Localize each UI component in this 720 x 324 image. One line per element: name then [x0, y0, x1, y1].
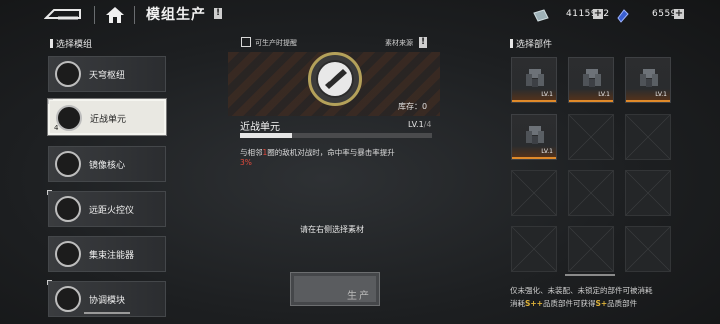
part-slot[interactable]: LV.1 — [625, 57, 671, 103]
empty-part-slot — [568, 226, 614, 272]
produce-button[interactable]: 生产 — [290, 272, 380, 306]
part-slot[interactable]: LV.1 — [511, 57, 557, 103]
empty-part-slot — [568, 170, 614, 216]
module-description: 与相邻1圈的敌机对战时，命中率与暴击率提升 3% — [240, 148, 395, 167]
module-item-tianqiong[interactable]: 天穹枢纽 — [48, 56, 166, 92]
module-label: 天穹枢纽 — [89, 71, 126, 81]
quality-bar — [626, 100, 670, 102]
stock-label: 库存： — [398, 102, 422, 111]
empty-part-slot — [625, 114, 671, 160]
material-source-link[interactable]: 素材来源 — [385, 38, 413, 48]
home-icon — [106, 7, 124, 23]
add-crystal-button[interactable]: + — [674, 9, 684, 19]
module-emblem-icon — [55, 241, 81, 267]
stock-value: 0 — [422, 102, 428, 111]
part-level: LV.1 — [598, 91, 610, 98]
mech-part-icon — [640, 69, 658, 87]
empty-part-slot — [511, 226, 557, 272]
part-level: LV.1 — [541, 91, 553, 98]
divider — [94, 6, 95, 24]
part-level: LV.1 — [655, 91, 667, 98]
part-slot[interactable]: LV.1 — [568, 57, 614, 103]
empty-part-slot — [568, 114, 614, 160]
remind-label: 可生产时提醒 — [255, 39, 297, 47]
info-icon[interactable]: ! — [214, 8, 222, 19]
module-emblem-icon — [55, 196, 81, 222]
melee-module-emblem-icon — [308, 52, 362, 106]
module-emblem-icon — [55, 286, 81, 312]
blue-crystal-icon — [614, 8, 632, 23]
back-arrow-icon — [43, 9, 81, 20]
quality-bar — [569, 100, 613, 102]
empty-part-slot — [625, 226, 671, 272]
module-emblem-icon — [56, 105, 82, 131]
part-slot[interactable]: LV.1 — [511, 114, 557, 160]
module-emblem-icon — [55, 151, 81, 177]
xp-bar-fill — [240, 133, 292, 138]
module-item-fire-control[interactable]: 远距火控仪 — [47, 190, 166, 227]
credits-value: 4115912 — [566, 9, 610, 19]
add-credits-button[interactable]: + — [593, 9, 603, 19]
home-button[interactable] — [104, 5, 126, 25]
s-plus-plus-badge-icon: S++ — [525, 299, 543, 308]
remind-checkbox[interactable] — [241, 37, 251, 47]
mech-part-icon — [583, 69, 601, 87]
module-level: LV.1/4 — [408, 120, 432, 129]
material-info-icon[interactable]: ! — [419, 37, 427, 48]
module-item-melee-selected[interactable]: 4 近战单元 — [48, 99, 166, 135]
right-scrollbar[interactable] — [565, 274, 615, 276]
empty-part-slot — [625, 170, 671, 216]
back-button[interactable] — [43, 6, 82, 22]
mech-part-icon — [526, 69, 544, 87]
s-plus-badge-icon: S+ — [595, 299, 608, 308]
page-title: 模组生产 — [146, 7, 206, 23]
module-item-cluster[interactable]: 集束注能器 — [48, 236, 166, 272]
select-module-heading: 选择模组 — [50, 37, 92, 50]
produce-label: 生产 — [347, 291, 371, 302]
select-material-hint: 请在右侧选择素材 — [300, 225, 364, 234]
footnote-consumable: 仅未强化、未装配、未锁定的部件可被消耗 — [510, 286, 653, 295]
module-label: 近战单元 — [90, 115, 127, 125]
left-scrollbar[interactable] — [84, 312, 130, 314]
module-item-mirror[interactable]: 镜像核心 — [48, 146, 166, 182]
module-count: 4 — [54, 124, 59, 132]
module-label: 协调模块 — [89, 296, 126, 306]
footnote-quality: 消耗S++品质部件可获得S+品质部件 — [510, 299, 638, 308]
mech-part-icon — [526, 126, 544, 144]
module-name: 近战单元 — [240, 122, 280, 133]
top-bar: 模组生产 ! 4115912 + 6559 + — [0, 0, 720, 30]
module-label: 镜像核心 — [89, 161, 126, 171]
select-parts-heading: 选择部件 — [510, 37, 552, 50]
stock-readout: 库存：0 — [398, 101, 427, 112]
module-label: 集束注能器 — [89, 251, 135, 261]
module-label: 远距火控仪 — [89, 206, 135, 216]
module-emblem-icon — [55, 61, 81, 87]
divider — [134, 6, 135, 24]
quality-bar — [512, 157, 556, 159]
credit-chip-icon — [532, 8, 550, 22]
part-level: LV.1 — [541, 148, 553, 155]
empty-part-slot — [511, 170, 557, 216]
quality-bar — [512, 100, 556, 102]
